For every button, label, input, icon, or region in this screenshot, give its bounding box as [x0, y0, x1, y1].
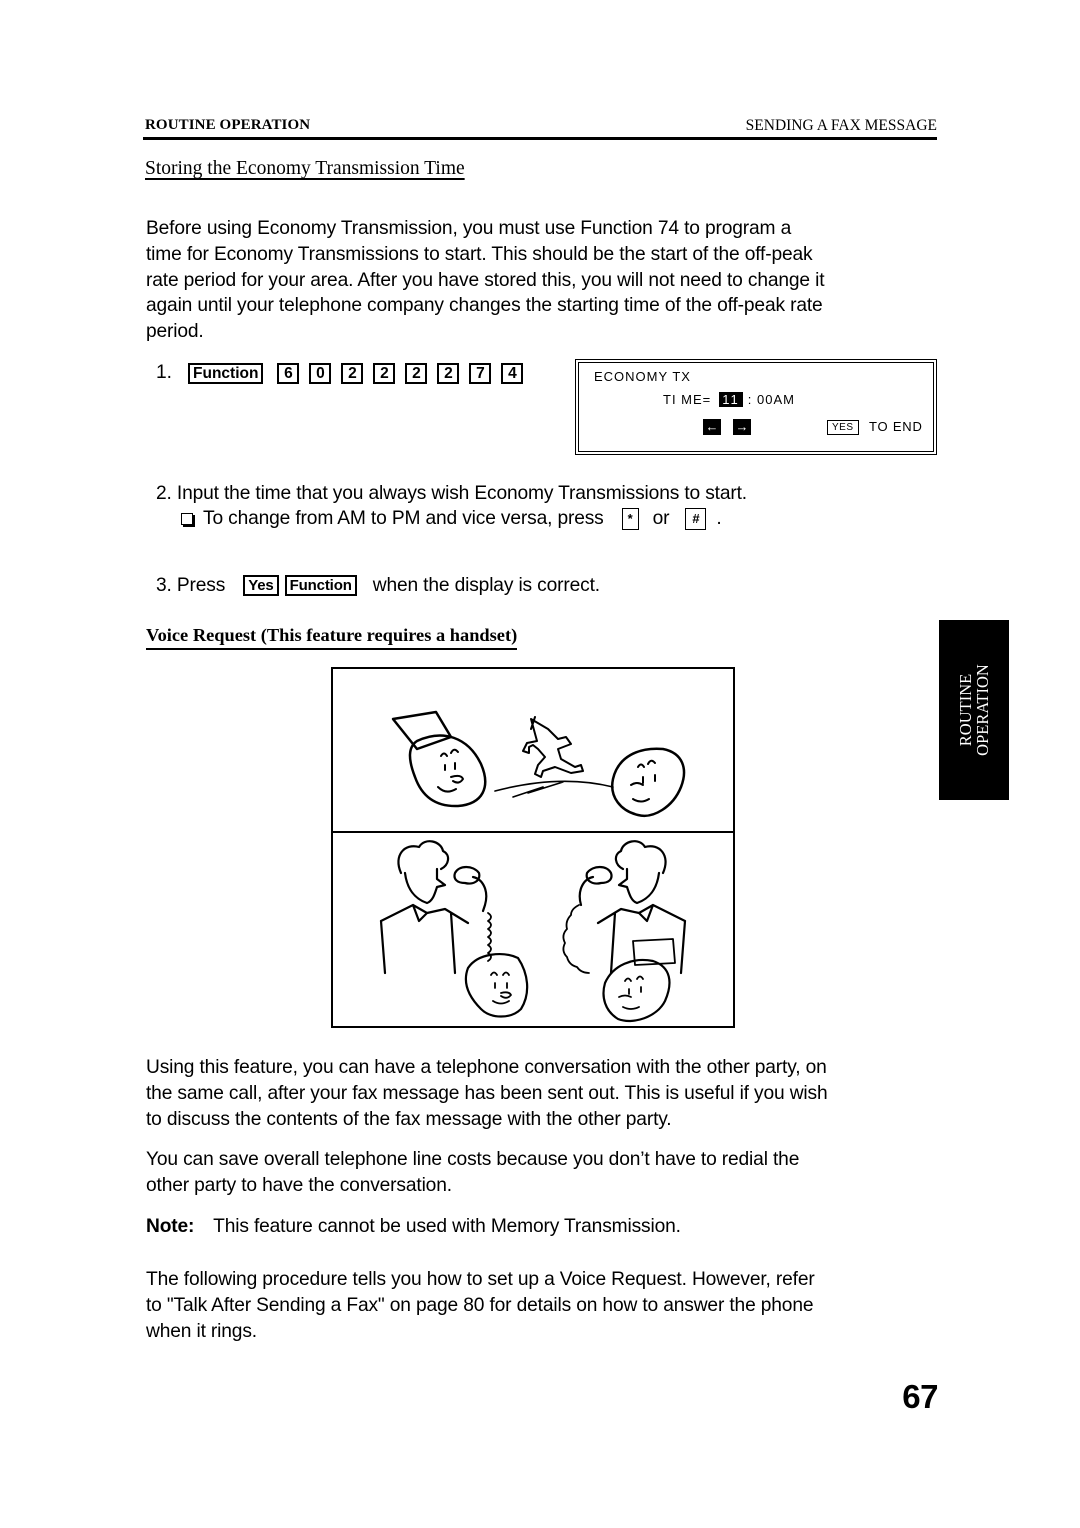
note-label: Note: — [146, 1216, 195, 1237]
usage-line: to discuss the contents of the fax messa… — [146, 1108, 672, 1130]
fax-paper-shape — [391, 710, 453, 751]
left-person-body — [379, 903, 470, 975]
left-handset — [453, 865, 488, 913]
step-3-suffix: when the display is correct. — [372, 575, 600, 596]
side-tab-line-2: OPERATION — [973, 664, 992, 756]
lcd-yes-key: YES — [827, 420, 859, 435]
note: Note: This feature cannot be used with M… — [146, 1214, 681, 1240]
savings-line: You can save overall telephone line cost… — [146, 1149, 800, 1170]
lcd-time-rest: : 00AM — [747, 392, 795, 407]
running-figure — [522, 716, 584, 778]
section-2-title: Voice Request (This feature requires a h… — [146, 625, 518, 650]
left-fax-machine-shape — [408, 734, 487, 808]
step-3: 3. Press Yes Function when the display i… — [156, 573, 600, 599]
lcd-line-2: TI ME= 11 : 00AM — [663, 392, 795, 407]
yes-key: Yes — [243, 575, 279, 597]
right-arrow-icon: → — [733, 419, 751, 435]
intro-paragraph: Before using Economy Transmission, you m… — [146, 216, 946, 345]
left-fax-face — [490, 971, 512, 1005]
or-text: or — [652, 508, 670, 529]
procedure-line: The following procedure tells you how to… — [146, 1269, 815, 1290]
running-header-chapter: SENDING A FAX MESSAGE — [745, 117, 937, 134]
right-person-face — [617, 867, 661, 905]
right-person-hair — [614, 840, 667, 875]
right-fax-face — [618, 975, 644, 1010]
section-title: Storing the Economy Transmission Time — [145, 158, 465, 179]
function-key: Function — [284, 575, 357, 597]
left-fax-machine-shape — [464, 953, 529, 1018]
step-2-tip: To change from AM to PM and vice versa, … — [181, 506, 722, 532]
left-arrow-icon: ← — [703, 419, 721, 435]
note-text: This feature cannot be used with Memory … — [213, 1216, 681, 1237]
digit-key: 7 — [469, 362, 492, 384]
step-1: 1. Function 6 0 2 2 2 2 7 4 — [156, 362, 533, 384]
star-key: * — [621, 507, 639, 530]
page-number: 67 — [902, 1378, 938, 1415]
left-person-face — [403, 867, 447, 905]
intro-line: rate period for your area. After you hav… — [146, 269, 825, 291]
header-rule — [143, 137, 937, 140]
right-phone-cord — [562, 904, 590, 974]
step-2: 2. Input the time that you always wish E… — [156, 483, 747, 504]
digit-key: 2 — [437, 362, 460, 384]
digit-key: 2 — [373, 362, 396, 384]
lcd-display: ECONOMY TX TI ME= 11 : 00AM ← → YES TO E… — [575, 359, 937, 455]
right-fax-machine-shape — [610, 747, 686, 818]
side-tab-label: ROUTINE OPERATION — [956, 664, 992, 756]
intro-line: again until your telephone company chang… — [146, 295, 823, 317]
transmission-line — [494, 780, 614, 798]
left-person-hair — [397, 840, 450, 875]
intro-line: period. — [146, 321, 204, 343]
lcd-frame: ECONOMY TX TI ME= 11 : 00AM ← → YES TO E… — [578, 362, 934, 452]
usage-paragraph: Using this feature, you can have a telep… — [146, 1055, 946, 1132]
hash-key: # — [685, 507, 707, 530]
right-fax-machine-shape — [602, 958, 671, 1023]
lcd-time-label: TI ME= — [663, 392, 712, 407]
function-key: Function — [188, 362, 264, 384]
procedure-paragraph: The following procedure tells you how to… — [146, 1267, 946, 1344]
intro-line: time for Economy Transmissions to start.… — [146, 243, 813, 265]
procedure-line: to "Talk After Sending a Fax" on page 80… — [146, 1294, 814, 1316]
checkbox-bullet-icon — [181, 512, 193, 525]
step-number: 1. — [156, 362, 173, 383]
lcd-line-1: ECONOMY TX — [594, 369, 691, 384]
right-fax-face — [630, 759, 656, 803]
lcd-end-text: TO END — [869, 419, 923, 434]
handset-conversation-illustration — [379, 840, 687, 1023]
voice-request-illustration — [331, 667, 735, 1028]
usage-line: Using this feature, you can have a telep… — [146, 1057, 827, 1078]
digit-key: 0 — [309, 362, 332, 384]
lcd-time-hour-cursor: 11 — [719, 392, 743, 407]
digit-key: 4 — [501, 362, 524, 384]
side-tab-line-1: ROUTINE — [956, 673, 975, 747]
left-fax-face — [437, 748, 464, 793]
digit-key: 6 — [277, 362, 300, 384]
digit-key: 2 — [405, 362, 428, 384]
savings-paragraph: You can save overall telephone line cost… — [146, 1147, 946, 1199]
procedure-line: when it rings. — [146, 1320, 257, 1342]
intro-line: Before using Economy Transmission, you m… — [146, 218, 792, 239]
lcd-arrows: ← → — [703, 419, 751, 435]
step-3-prefix: 3. Press — [156, 575, 226, 596]
digit-key: 2 — [341, 362, 364, 384]
savings-line: other party to have the conversation. — [146, 1174, 452, 1196]
right-handset — [578, 865, 613, 907]
end-punct: . — [716, 508, 722, 529]
running-header-section: ROUTINE OPERATION — [145, 117, 311, 133]
step-2-tip-text: To change from AM to PM and vice versa, … — [203, 508, 604, 529]
fax-machines-illustration — [391, 710, 686, 818]
chapter-side-tab: ROUTINE OPERATION — [939, 620, 1009, 800]
usage-line: the same call, after your fax message ha… — [146, 1082, 828, 1104]
